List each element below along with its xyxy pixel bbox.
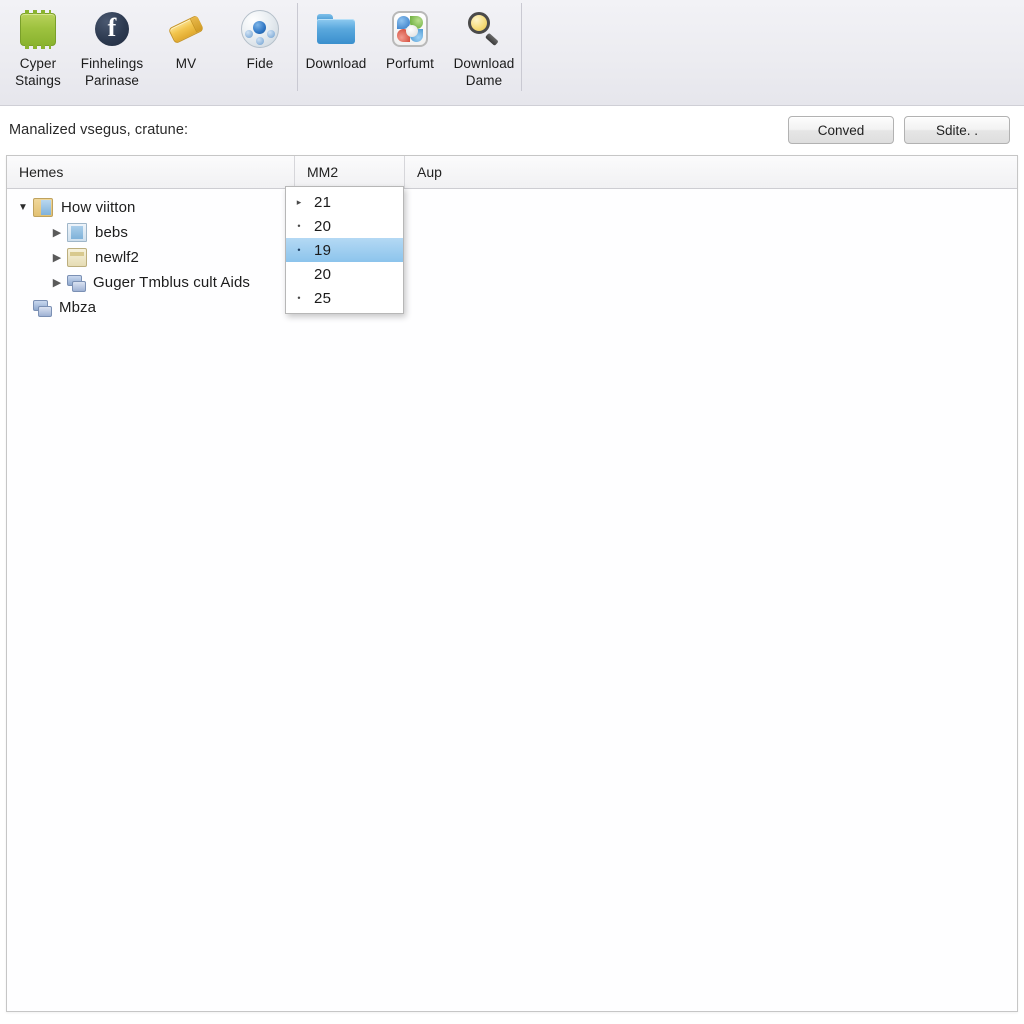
chip-icon	[15, 6, 61, 52]
chevron-right-icon[interactable]: ▶	[49, 226, 65, 239]
bullet-icon: •	[297, 245, 301, 255]
chevron-right-icon[interactable]: ▶	[49, 251, 65, 264]
tree-item-label: newlf2	[95, 249, 139, 266]
toolbar-group-2: Download Porfumt Download Dame	[298, 0, 521, 105]
toolbar-label: Download Dame	[453, 56, 515, 88]
pencil-icon	[163, 6, 209, 52]
pinwheel-icon	[387, 6, 433, 52]
toolbar-button-mv[interactable]: MV	[149, 0, 223, 100]
tree-view: ▼ How viitton ▶ bebs ▶ newlf2 ▶ Guger Tm…	[7, 189, 1017, 320]
chevron-down-icon[interactable]: ▼	[15, 202, 31, 213]
tree-item-label: Mbza	[59, 299, 97, 316]
dropdown-item-value: 20	[314, 265, 332, 283]
folder-icon	[33, 198, 53, 217]
list-panel: Hemes MM2 Aup ▼ How viitton ▶ bebs ▶ new…	[6, 155, 1018, 1012]
toolbar-button-fide[interactable]: Fide	[223, 0, 297, 100]
subheader-label: Manalized vsegus, cratune:	[9, 122, 189, 138]
column-header-aup[interactable]: Aup	[405, 156, 1017, 188]
jar-icon	[67, 248, 87, 267]
list-column-header: Hemes MM2 Aup	[7, 156, 1017, 189]
dropdown-item[interactable]: • 20	[286, 214, 403, 238]
dropdown-item-value: 19	[314, 241, 332, 259]
column-header-mm2[interactable]: MM2	[295, 156, 405, 189]
table-row[interactable]: ▼ How viitton	[7, 195, 1017, 220]
toolbar-label: Porfumt	[386, 56, 434, 71]
conved-button[interactable]: Conved	[788, 116, 894, 144]
document-icon	[67, 223, 87, 242]
dropdown-item[interactable]: ▸ 21	[286, 190, 403, 214]
sdite-button[interactable]: Sdite. .	[904, 116, 1010, 144]
subheader-actions: Conved Sdite. .	[788, 116, 1010, 144]
tree-item-label: How viitton	[61, 199, 136, 216]
toolbar-label: Cyper Staings	[15, 56, 61, 88]
facebook-icon: f	[89, 6, 135, 52]
dropdown-item[interactable]: 20	[286, 262, 403, 286]
bullet-icon: ▸	[296, 196, 302, 207]
molecule-globe-icon	[237, 6, 283, 52]
dropdown-item-selected[interactable]: • 19	[286, 238, 403, 262]
cluster-icon	[33, 299, 52, 317]
toolbar-button-cyper-staings[interactable]: Cyper Staings	[1, 0, 75, 100]
dropdown-item-value: 21	[314, 193, 332, 211]
toolbar-label: MV	[175, 56, 197, 71]
table-row[interactable]: Mbza	[7, 295, 1017, 320]
toolbar-button-download[interactable]: Download	[299, 0, 373, 100]
cluster-icon	[67, 274, 86, 292]
toolbar-label: Finhelings Parinase	[80, 56, 144, 88]
dropdown-item[interactable]: • 25	[286, 286, 403, 310]
toolbar-button-porfumt[interactable]: Porfumt	[373, 0, 447, 100]
magnifier-icon	[461, 6, 507, 52]
tree-item-label: Guger Tmblus cult Aids	[93, 274, 250, 291]
toolbar-label: Fide	[246, 56, 274, 71]
subheader-bar: Manalized vsegus, cratune: Conved Sdite.…	[0, 106, 1024, 154]
table-row[interactable]: ▶ newlf2	[7, 245, 1017, 270]
table-row[interactable]: ▶ bebs	[7, 220, 1017, 245]
toolbar-button-finhelings-parinase[interactable]: f Finhelings Parinase	[75, 0, 149, 100]
toolbar-button-download-dame[interactable]: Download Dame	[447, 0, 521, 100]
table-row[interactable]: ▶ Guger Tmblus cult Aids	[7, 270, 1017, 295]
column-header-hemes[interactable]: Hemes	[7, 156, 295, 188]
bullet-icon: •	[297, 293, 301, 303]
toolbar-label: Download	[305, 56, 367, 71]
dropdown-item-value: 20	[314, 217, 332, 235]
folder-icon	[313, 6, 359, 52]
mm2-dropdown-menu[interactable]: ▸ 21 • 20 • 19 20 • 25	[285, 186, 404, 314]
tree-item-label: bebs	[95, 224, 128, 241]
main-toolbar: Cyper Staings f Finhelings Parinase MV F…	[0, 0, 1024, 106]
dropdown-item-value: 25	[314, 289, 332, 307]
chevron-right-icon[interactable]: ▶	[49, 276, 65, 289]
toolbar-group-1: Cyper Staings f Finhelings Parinase MV F…	[0, 0, 297, 105]
bullet-icon: •	[297, 221, 301, 231]
toolbar-separator-right	[521, 3, 522, 91]
